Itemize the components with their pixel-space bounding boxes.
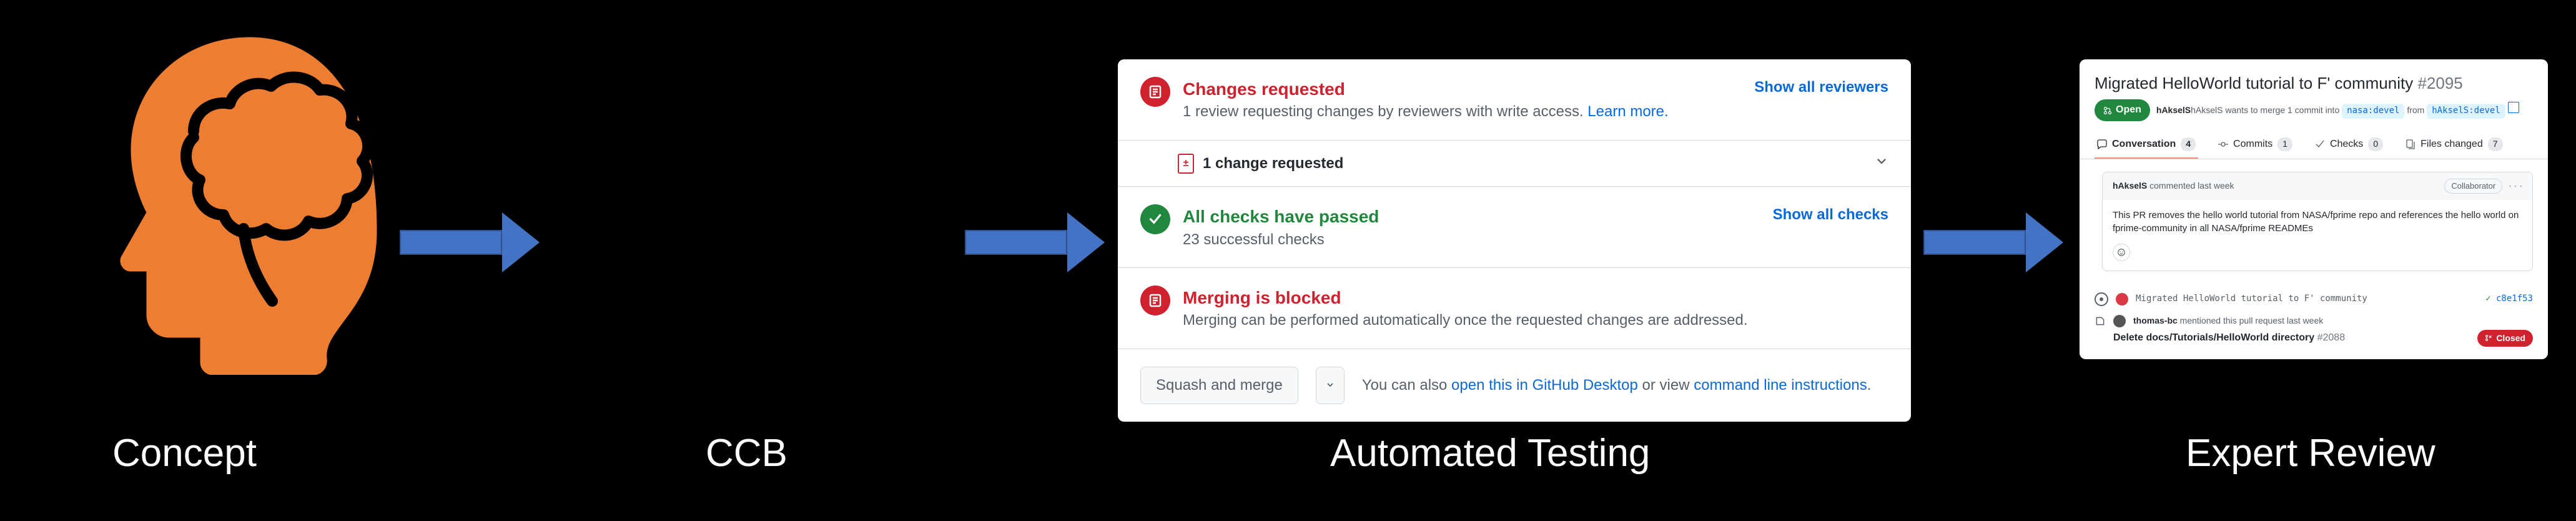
pr-subtitle: Open hAkselShAkselS wants to merge 1 com… — [2080, 97, 2548, 131]
changes-requested-icon — [1140, 77, 1170, 107]
footer-text: You can also open this in GitHub Desktop… — [1362, 375, 1872, 396]
change-requested-line[interactable]: 1 change requested — [1118, 141, 1911, 187]
automated-testing-panel: Changes requested 1 review requesting ch… — [1118, 59, 1911, 422]
changes-requested-row: Changes requested 1 review requesting ch… — [1118, 59, 1911, 141]
arrow-3 — [1923, 212, 2063, 272]
commit-avatar — [2116, 293, 2128, 305]
commit-message[interactable]: Migrated HelloWorld tutorial to F' commu… — [2136, 293, 2367, 305]
merging-blocked-icon — [1140, 285, 1170, 315]
open-desktop-link[interactable]: open this in GitHub Desktop — [1451, 377, 1638, 394]
collaborator-label: Collaborator — [2444, 179, 2502, 194]
diagram-stage: Changes requested 1 review requesting ch… — [0, 0, 2576, 521]
cli-instructions-link[interactable]: command line instructions — [1694, 377, 1867, 394]
tab-checks[interactable]: Checks0 — [2312, 131, 2386, 159]
comment-body: This PR removes the hello world tutorial… — [2103, 200, 2532, 244]
closed-pill: Closed — [2477, 330, 2533, 347]
concept-head-icon — [87, 25, 412, 375]
commit-hash[interactable]: c8e1f53 — [2496, 294, 2533, 304]
tab-conversation[interactable]: Conversation4 — [2095, 131, 2198, 159]
mention-icon — [2095, 315, 2106, 327]
checks-passed-text: All checks have passed 23 successful che… — [1183, 204, 1379, 250]
base-branch[interactable]: nasa:devel — [2342, 104, 2404, 119]
caption-expert: Expert Review — [2186, 431, 2435, 475]
squash-merge-button[interactable]: Squash and merge — [1140, 367, 1298, 404]
chevron-down-icon — [1875, 153, 1888, 174]
pr-comment: hAkselS commented last week Collaborator… — [2102, 172, 2533, 270]
pr-number: #2095 — [2417, 74, 2462, 92]
pr-panel: Migrated HelloWorld tutorial to F' commu… — [2080, 59, 2548, 359]
commit-timeline-item: Migrated HelloWorld tutorial to F' commu… — [2095, 292, 2533, 306]
merge-caret-button[interactable] — [1316, 367, 1345, 404]
change-requested-count: 1 change requested — [1203, 153, 1343, 174]
checks-passed-icon — [1140, 204, 1170, 234]
commit-icon — [2095, 292, 2108, 306]
copy-icon[interactable] — [2508, 102, 2519, 113]
tab-commits[interactable]: Commits1 — [2216, 131, 2295, 159]
changes-requested-title: Changes requested — [1183, 77, 1669, 101]
pr-title: Migrated HelloWorld tutorial to F' commu… — [2080, 59, 2548, 97]
learn-more-link[interactable]: Learn more. — [1587, 103, 1668, 120]
caption-ccb: CCB — [706, 431, 787, 475]
mention-row: thomas-bc mentioned this pull request la… — [2095, 315, 2533, 327]
add-reaction-button[interactable] — [2113, 244, 2130, 261]
checks-passed-sub: 23 successful checks — [1183, 229, 1379, 251]
merging-blocked-text: Merging is blocked Merging can be perfor… — [1183, 285, 1748, 331]
changes-requested-text: Changes requested 1 review requesting ch… — [1183, 77, 1669, 122]
merge-footer: Squash and merge You can also open this … — [1118, 349, 1911, 422]
show-all-checks-link[interactable]: Show all checks — [1773, 204, 1888, 226]
arrow-1 — [400, 212, 540, 272]
file-diff-icon — [1178, 154, 1194, 174]
tab-files[interactable]: Files changed7 — [2403, 131, 2505, 159]
changes-requested-sub: 1 review requesting changes by reviewers… — [1183, 101, 1669, 122]
caption-concept: Concept — [112, 431, 257, 475]
caption-automated: Automated Testing — [1330, 431, 1650, 475]
checks-passed-title: All checks have passed — [1183, 204, 1379, 229]
kebab-icon[interactable]: · · · — [2509, 180, 2522, 192]
checks-passed-row: All checks have passed 23 successful che… — [1118, 187, 1911, 268]
show-all-reviewers-link[interactable]: Show all reviewers — [1754, 77, 1888, 98]
merging-blocked-sub: Merging can be performed automatically o… — [1183, 310, 1748, 331]
mention-avatar — [2113, 315, 2126, 327]
head-branch[interactable]: hAkselS:devel — [2427, 104, 2505, 119]
pr-open-pill: Open — [2095, 99, 2150, 121]
merging-blocked-row: Merging is blocked Merging can be perfor… — [1118, 268, 1911, 349]
mention-ref[interactable]: Delete docs/Tutorials/HelloWorld directo… — [2095, 330, 2533, 347]
pr-tabs: Conversation4 Commits1 Checks0 Files cha… — [2080, 131, 2548, 159]
arrow-2 — [965, 212, 1105, 272]
merging-blocked-title: Merging is blocked — [1183, 285, 1748, 310]
